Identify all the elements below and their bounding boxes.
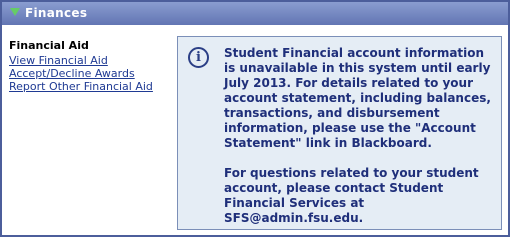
financial-aid-nav: Financial Aid View Financial Aid Accept/… bbox=[9, 39, 169, 93]
info-icon: i bbox=[188, 47, 209, 68]
info-paragraph-1: Student Financial account information is… bbox=[224, 46, 491, 150]
info-paragraph-2: For questions related to your student ac… bbox=[224, 166, 479, 225]
panel-title: Finances bbox=[25, 6, 88, 20]
collapse-triangle-icon[interactable] bbox=[10, 8, 20, 16]
info-message-text: Student Financial account information is… bbox=[224, 46, 494, 241]
view-financial-aid-link[interactable]: View Financial Aid bbox=[9, 54, 169, 67]
info-message-box: i Student Financial account information … bbox=[177, 36, 502, 230]
finances-panel: Finances Financial Aid View Financial Ai… bbox=[0, 0, 510, 237]
nav-heading: Financial Aid bbox=[9, 39, 89, 52]
panel-header: Finances bbox=[2, 2, 508, 25]
report-other-financial-aid-link[interactable]: Report Other Financial Aid bbox=[9, 80, 169, 93]
accept-decline-awards-link[interactable]: Accept/Decline Awards bbox=[9, 67, 169, 80]
